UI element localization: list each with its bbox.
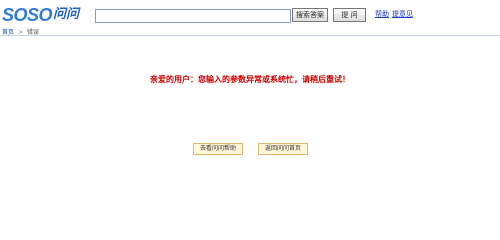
help-link[interactable]: 帮助 — [375, 9, 389, 19]
search-answer-button[interactable]: 搜索答案 — [292, 8, 328, 22]
error-message: 亲爱的用户：您输入的参数异常或系统忙，请稍后重试！ — [150, 75, 350, 84]
feedback-link[interactable]: 提意见 — [392, 9, 413, 19]
logo-soso-text: SOSO — [2, 5, 53, 25]
help-center-button[interactable]: 去看问问帮助 — [193, 143, 243, 155]
return-home-button[interactable]: 返回问问首页 — [258, 143, 308, 155]
logo-wenwen-text: 问问 — [53, 7, 80, 22]
soso-wenwen-logo[interactable]: SOSO 问问 — [2, 4, 79, 26]
ask-question-button[interactable]: 提 问 — [333, 8, 366, 22]
header-divider — [0, 35, 500, 36]
search-input[interactable] — [95, 9, 291, 23]
